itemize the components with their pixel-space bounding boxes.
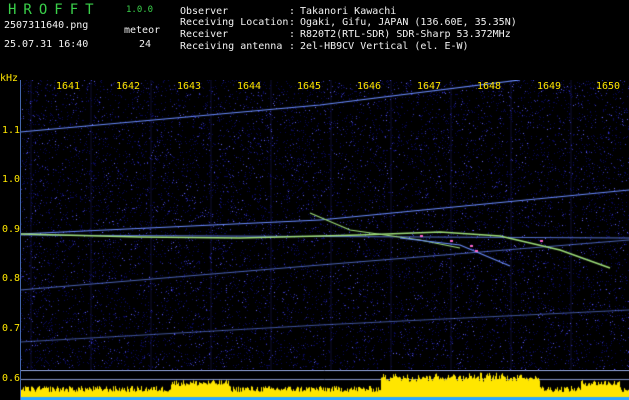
x-tick: 1650: [595, 81, 621, 92]
y-tick: 0.9: [2, 224, 21, 235]
info-value-location: Ogaki, Gifu, JAPAN (136.60E, 35.35N): [300, 17, 517, 28]
capture-datetime: 25.07.31 16:40: [4, 39, 89, 50]
app-version: 1.0.0: [126, 5, 154, 15]
y-tick: 0.8: [2, 273, 21, 284]
y-tick: 0.6: [2, 373, 21, 384]
info-value-observer: Takanori Kawachi: [300, 6, 397, 17]
y-tick: 0.7: [2, 323, 21, 334]
x-tick: 1643: [176, 81, 202, 92]
meteor-label: meteor: [124, 25, 161, 36]
x-tick: 1642: [115, 81, 141, 92]
info-colon: :: [289, 29, 296, 40]
info-colon: :: [289, 6, 296, 17]
y-axis-line: [20, 80, 21, 400]
info-colon: :: [289, 41, 296, 52]
x-tick: 1646: [356, 81, 382, 92]
info-value-receiver: R820T2(RTL-SDR) SDR-Sharp 53.372MHz: [300, 29, 511, 40]
info-key-antenna: Receiving antenna: [180, 41, 283, 52]
spectrogram: [20, 80, 629, 370]
app-title: HROFFT: [8, 2, 101, 18]
y-tick: 1.1: [2, 125, 21, 136]
y-tick: 1.0: [2, 174, 21, 185]
info-key-observer: Observer: [180, 6, 229, 17]
power-bar: [20, 370, 629, 400]
x-tick: 1649: [536, 81, 562, 92]
x-tick: 1648: [476, 81, 502, 92]
file-name: 2507311640.png: [4, 20, 89, 31]
axis-unit: kHz: [0, 73, 19, 84]
meteor-count: 24: [139, 39, 152, 50]
info-colon: :: [289, 17, 296, 28]
x-tick: 1644: [236, 81, 262, 92]
info-key-location: Receiving Location: [180, 17, 289, 28]
hrofft-window: HROFFT 1.0.0 2507311640.png 25.07.31 16:…: [0, 0, 629, 400]
x-tick: 1647: [416, 81, 442, 92]
x-tick: 1645: [296, 81, 322, 92]
x-tick: 1641: [55, 81, 81, 92]
info-value-antenna: 2el-HB9CV Vertical (el. E-W): [300, 41, 469, 52]
info-key-receiver: Receiver: [180, 29, 229, 40]
